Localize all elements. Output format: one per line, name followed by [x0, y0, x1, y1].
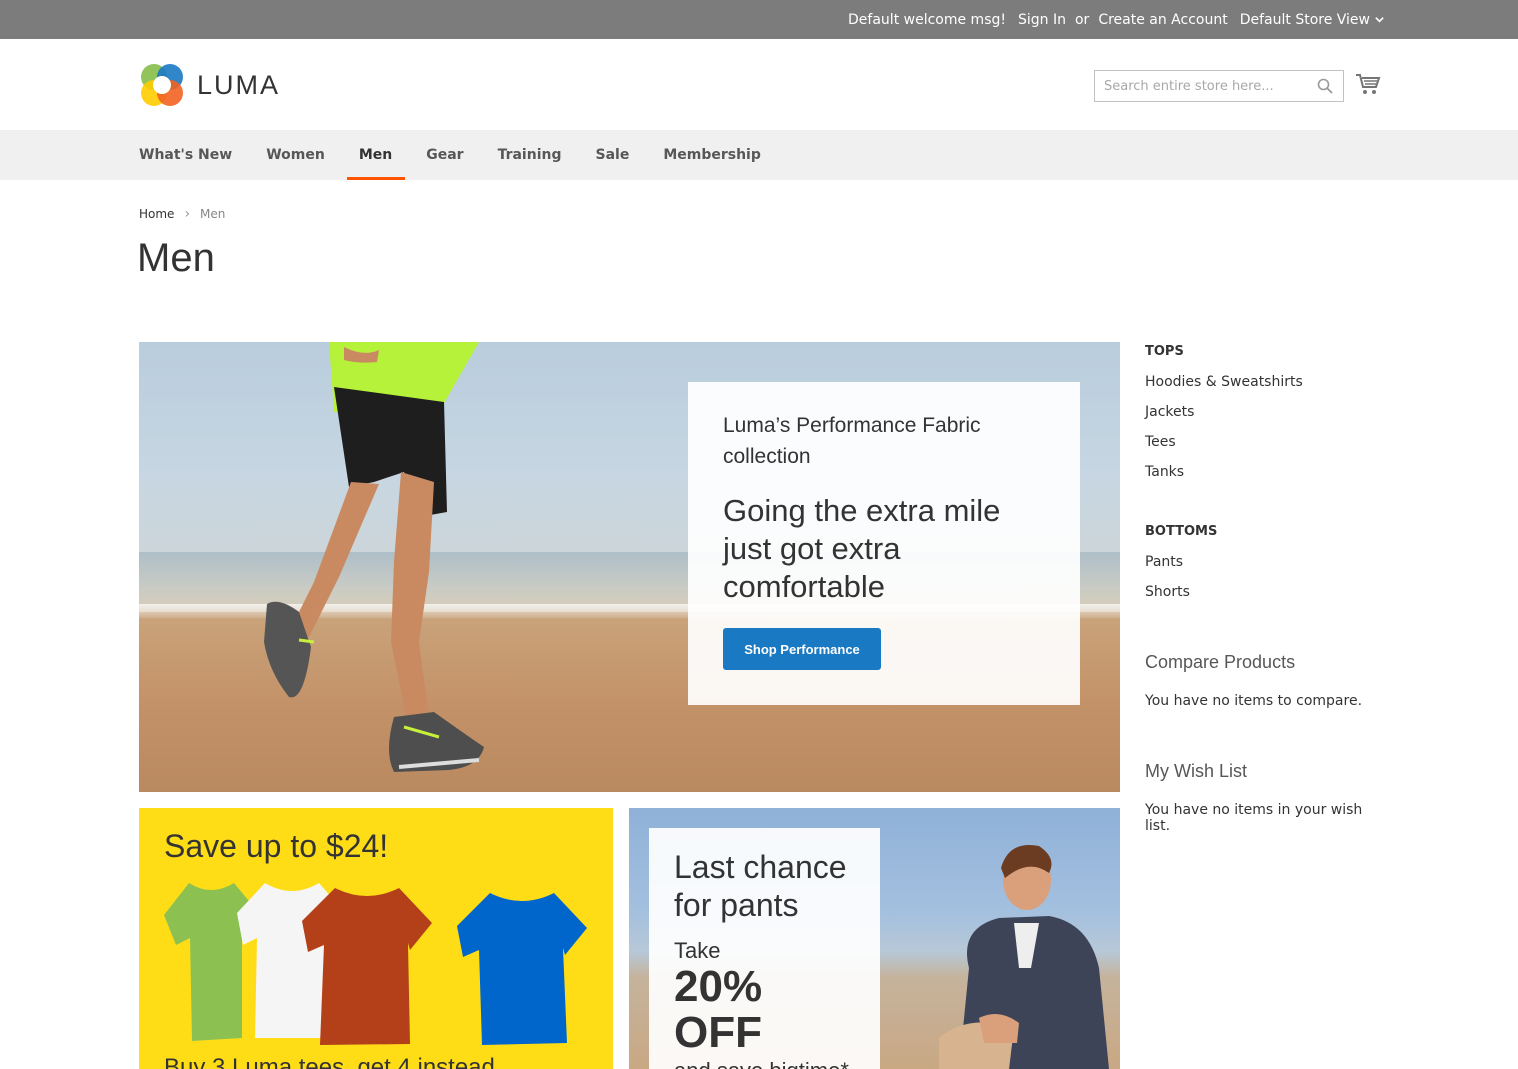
sidebar-heading-bottoms: BOTTOMS — [1145, 524, 1218, 539]
compare-products-title: Compare Products — [1145, 652, 1296, 672]
or-text: or — [1074, 11, 1090, 28]
nav-item-men[interactable]: Men — [346, 130, 406, 180]
promo-tees-footer: Buy 3 Luma tees, get 4 instead — [164, 1054, 495, 1069]
sidebar-item-jackets[interactable]: Jackets — [1145, 397, 1385, 427]
sidebar-item-tees[interactable]: Tees — [1145, 427, 1385, 457]
hero-subtitle: Luma’s Performance Fabric collection — [723, 414, 981, 468]
nav-item-sale[interactable]: Sale — [595, 130, 629, 180]
search-input[interactable] — [1095, 71, 1305, 101]
compare-empty-message: You have no items to compare. — [1145, 693, 1363, 709]
promo-pants-title: Last chance for pants — [674, 849, 847, 923]
search-box — [1094, 70, 1344, 102]
luma-logo-icon — [141, 64, 183, 106]
promo-pants-box: Last chance for pants Take 20% OFF and s… — [649, 828, 880, 1069]
top-bar: Default welcome msg! Sign In or Create a… — [0, 0, 1518, 39]
header: LUMA — [0, 39, 1518, 130]
nav-item-gear[interactable]: Gear — [426, 130, 463, 180]
hero-overlay-box: Luma’s Performance Fabric collection Goi… — [688, 382, 1080, 705]
wishlist-empty-message: You have no items in your wish list. — [1145, 802, 1363, 834]
breadcrumb-current: Men — [200, 207, 226, 221]
welcome-message: Default welcome msg! — [848, 11, 1006, 28]
promo-tees-title: Save up to $24! — [164, 828, 389, 864]
wishlist-title: My Wish List — [1145, 761, 1248, 781]
sidebar-heading-tops: TOPS — [1145, 344, 1184, 359]
tee-red-image — [302, 888, 432, 1045]
store-view-switcher[interactable]: Default Store View — [1240, 12, 1385, 28]
shop-performance-button[interactable]: Shop Performance — [723, 628, 881, 670]
nav-item-training[interactable]: Training — [498, 130, 562, 180]
sidebar-item-hoodies[interactable]: Hoodies & Sweatshirts — [1145, 367, 1385, 397]
search-icon[interactable] — [1317, 78, 1333, 94]
hero-title: Going the extra mile just got extra comf… — [723, 493, 1001, 604]
page-title: Men — [137, 236, 215, 280]
cart-icon[interactable] — [1355, 72, 1381, 96]
promo-pants-discount: 20% OFF — [674, 962, 763, 1057]
runner-image — [264, 342, 484, 772]
hero-banner[interactable]: Luma’s Performance Fabric collection Goi… — [139, 342, 1120, 792]
seated-man-image — [939, 844, 1109, 1069]
create-account-link[interactable]: Create an Account — [1098, 12, 1227, 28]
nav-item-membership[interactable]: Membership — [663, 130, 761, 180]
promo-tees[interactable]: Save up to $24! Buy 3 Luma tees, get 4 i… — [139, 808, 613, 1069]
promo-pants-take: Take — [674, 938, 721, 963]
sidebar-item-tanks[interactable]: Tanks — [1145, 457, 1385, 487]
promo-pants-save: and save bigtime* — [674, 1058, 855, 1069]
breadcrumb-separator: › — [184, 206, 191, 222]
store-view-label: Default Store View — [1239, 11, 1370, 28]
nav-item-women[interactable]: Women — [266, 130, 325, 180]
chevron-down-icon — [1375, 17, 1384, 23]
sign-in-link[interactable]: Sign In — [1018, 12, 1066, 28]
promo-pants[interactable]: Last chance for pants Take 20% OFF and s… — [629, 808, 1120, 1069]
top-links: Default welcome msg! Sign In or Create a… — [848, 0, 1385, 39]
breadcrumb-home[interactable]: Home — [139, 207, 174, 221]
sidebar: TOPS Hoodies & Sweatshirts Jackets Tees … — [1145, 342, 1385, 834]
main-navigation: What's New Women Men Gear Training Sale … — [0, 130, 1518, 180]
breadcrumb: Home › Men — [139, 206, 225, 222]
tee-blue-image — [457, 893, 587, 1045]
logo-text: LUMA — [197, 69, 281, 100]
nav-item-whats-new[interactable]: What's New — [139, 130, 232, 180]
sidebar-item-shorts[interactable]: Shorts — [1145, 577, 1385, 607]
logo[interactable]: LUMA — [139, 62, 280, 108]
sidebar-item-pants[interactable]: Pants — [1145, 547, 1385, 577]
